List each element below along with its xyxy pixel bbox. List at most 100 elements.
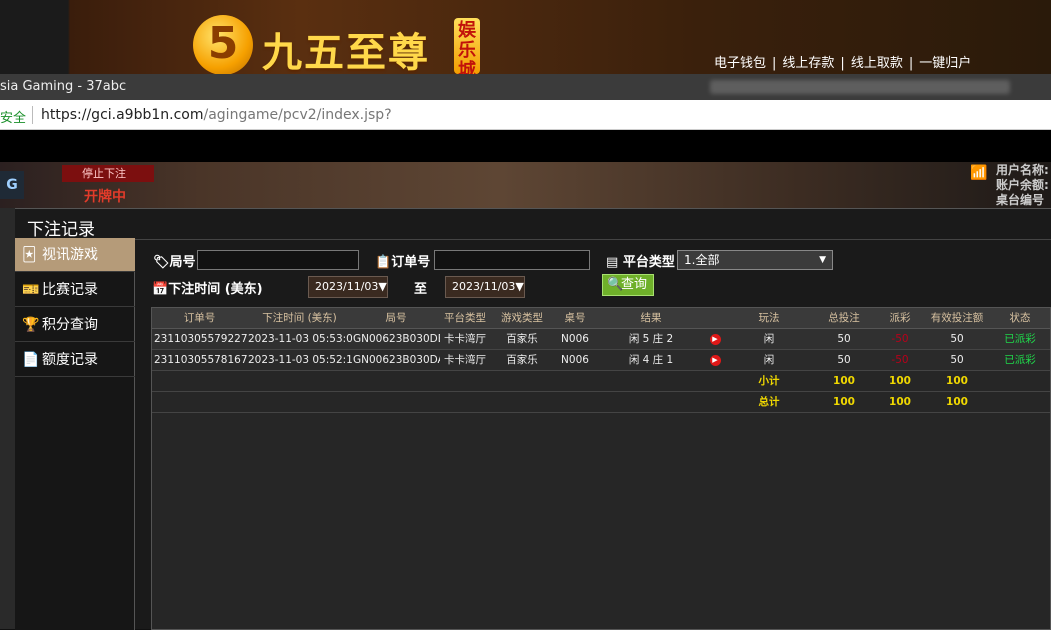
cards-icon: 🃏 — [22, 247, 37, 263]
col-header-total-bet: 总投注 — [814, 308, 874, 329]
col-header-valid-bet: 有效投注额 — [926, 308, 988, 329]
total-total-bet: 100 — [814, 391, 874, 413]
col-header-result: 结果 — [596, 308, 706, 329]
date-to-picker[interactable]: 2023/11/03▼ — [445, 276, 525, 298]
platform-select[interactable]: 1.全部 ▼ — [677, 250, 833, 270]
col-header-bet-time: 下注时间 (美东) — [247, 308, 352, 329]
cell-video: ▶ — [706, 349, 724, 371]
cell-total-bet: 50 — [814, 328, 874, 350]
cell-table-no: N006 — [554, 349, 596, 371]
round-no-input[interactable] — [197, 250, 359, 270]
dropdown-arrow-icon: ▼ — [515, 280, 524, 293]
col-header-order-no: 订单号 — [152, 308, 247, 329]
col-header-video — [706, 308, 724, 329]
col-header-payout: 派彩 — [874, 308, 926, 329]
cell-total-bet: 50 — [814, 349, 874, 371]
document-icon: 📄 — [22, 352, 40, 368]
order-no-label: 📋订单号 — [375, 255, 431, 270]
subtotal-label: 小计 — [724, 370, 814, 392]
user-info: 用户名称: 账户余额: 桌台编号 — [996, 163, 1049, 208]
cell-round-no: GN00623B030DA — [352, 349, 440, 371]
cell-bet-time: 2023-11-03 05:52:16 — [247, 349, 352, 371]
platform-select-value: 1.全部 — [684, 253, 720, 267]
cell-play: 闲 — [724, 328, 814, 350]
date-from-picker[interactable]: 2023/11/03▼ — [308, 276, 388, 298]
subtotal-row: 小计 100 100 100 — [152, 370, 1050, 392]
site-banner: 5 九五至尊 娱乐城 电子钱包 | 线上存款 | 线上取款 | 一键归户 — [0, 0, 1051, 81]
logo-icon: 5 — [193, 15, 253, 75]
query-button[interactable]: 🔍 查询 — [602, 274, 654, 296]
wifi-icon: 📶 — [970, 165, 988, 181]
url-path: /agingame/pcv2/index.jsp? — [203, 107, 392, 123]
game-background — [0, 162, 1051, 208]
background-left-strip — [0, 208, 15, 629]
cell-play: 闲 — [724, 349, 814, 371]
cell-result: 闲 5 庄 2 — [596, 328, 706, 350]
cell-game-type: 百家乐 — [490, 349, 554, 371]
total-valid-bet: 100 — [926, 391, 988, 413]
order-no-input[interactable] — [434, 250, 590, 270]
col-header-table-no: 桌号 — [554, 308, 596, 329]
sidebar-item-label: 积分查询 — [42, 317, 98, 333]
link-merge[interactable]: 一键归户 — [919, 56, 971, 71]
total-spacer — [152, 391, 724, 413]
link-separator: | — [840, 56, 845, 71]
table-no-label: 桌台编号 — [996, 193, 1045, 207]
link-separator: | — [772, 56, 777, 71]
total-status — [988, 391, 1050, 413]
open-card-status: 开牌中 — [84, 189, 126, 205]
total-label: 总计 — [724, 391, 814, 413]
address-bar[interactable]: 安全 https://gci.a9bb1n.com/agingame/pcv2/… — [0, 100, 1051, 130]
cell-platform: 卡卡湾厅 — [440, 328, 490, 350]
ticket-icon: 🎫 — [22, 282, 40, 298]
cell-valid-bet: 50 — [926, 349, 988, 371]
date-range-to-label: 至 — [414, 282, 428, 297]
browser-tab-bar: sia Gaming - 37abc — [0, 74, 1051, 100]
chevron-down-icon: ▼ — [819, 255, 826, 265]
total-payout: 100 — [874, 391, 926, 413]
modal-title: 下注记录 — [27, 220, 95, 240]
play-video-icon[interactable]: ▶ — [709, 334, 721, 345]
bet-record-modal: 下注记录 🃏 视讯游戏 🎫 比赛记录 🏆 积分查询 📄 额度记录 🏷局号 📋订单… — [15, 208, 1051, 630]
sidebar-item-label: 额度记录 — [42, 352, 98, 368]
link-deposit[interactable]: 线上存款 — [782, 56, 834, 71]
cell-platform: 卡卡湾厅 — [440, 349, 490, 371]
url-divider — [32, 106, 33, 124]
ag-logo-icon: G — [0, 171, 24, 199]
sidebar-item-label: 比赛记录 — [42, 282, 98, 298]
trophy-icon: 🏆 — [22, 317, 40, 333]
dropdown-arrow-icon: ▼ — [378, 280, 387, 293]
cell-game-type: 百家乐 — [490, 328, 554, 350]
sidebar-item-label: 视讯游戏 — [42, 247, 98, 263]
link-withdraw[interactable]: 线上取款 — [851, 56, 903, 71]
table-row: 231103055781679 2023-11-03 05:52:16 GN00… — [152, 349, 1050, 371]
subtotal-valid-bet: 100 — [926, 370, 988, 392]
page-top-bar — [0, 130, 1051, 162]
top-links: 电子钱包 | 线上存款 | 线上取款 | 一键归户 — [714, 52, 971, 71]
platform-label: ▤ 平台类型 — [606, 255, 675, 270]
user-name-label: 用户名称: — [996, 163, 1049, 177]
subtotal-status — [988, 370, 1050, 392]
cell-order-no: 231103055792277 — [152, 328, 247, 350]
col-header-play: 玩法 — [724, 308, 814, 329]
balance-label: 账户余额: — [996, 178, 1049, 192]
sidebar-item-match-records[interactable]: 🎫 比赛记录 — [15, 273, 135, 307]
sidebar-item-points[interactable]: 🏆 积分查询 — [15, 308, 135, 342]
sidebar-item-live-games[interactable]: 🃏 视讯游戏 — [15, 238, 135, 272]
sidebar-item-quota[interactable]: 📄 额度记录 — [15, 343, 135, 377]
bet-record-table: 订单号 下注时间 (美东) 局号 平台类型 游戏类型 桌号 结果 玩法 总投注 … — [151, 307, 1051, 630]
url-text[interactable]: https://gci.a9bb1n.com/agingame/pcv2/ind… — [41, 107, 392, 123]
secure-indicator[interactable]: 安全 — [0, 107, 26, 126]
subtotal-spacer — [152, 370, 724, 392]
cell-table-no: N006 — [554, 328, 596, 350]
link-wallet[interactable]: 电子钱包 — [714, 56, 766, 71]
play-video-icon[interactable]: ▶ — [709, 355, 721, 366]
logo-badge: 娱乐城 — [454, 18, 480, 81]
list-icon: ▤ — [606, 255, 619, 270]
cell-round-no: GN00623B030DB — [352, 328, 440, 350]
cell-result: 闲 4 庄 1 — [596, 349, 706, 371]
browser-tab-title[interactable]: sia Gaming - 37abc — [0, 79, 126, 94]
table-row: 231103055792277 2023-11-03 05:53:04 GN00… — [152, 328, 1050, 350]
round-no-label: 🏷局号 — [153, 255, 196, 270]
table-header-row: 订单号 下注时间 (美东) 局号 平台类型 游戏类型 桌号 结果 玩法 总投注 … — [152, 308, 1050, 329]
